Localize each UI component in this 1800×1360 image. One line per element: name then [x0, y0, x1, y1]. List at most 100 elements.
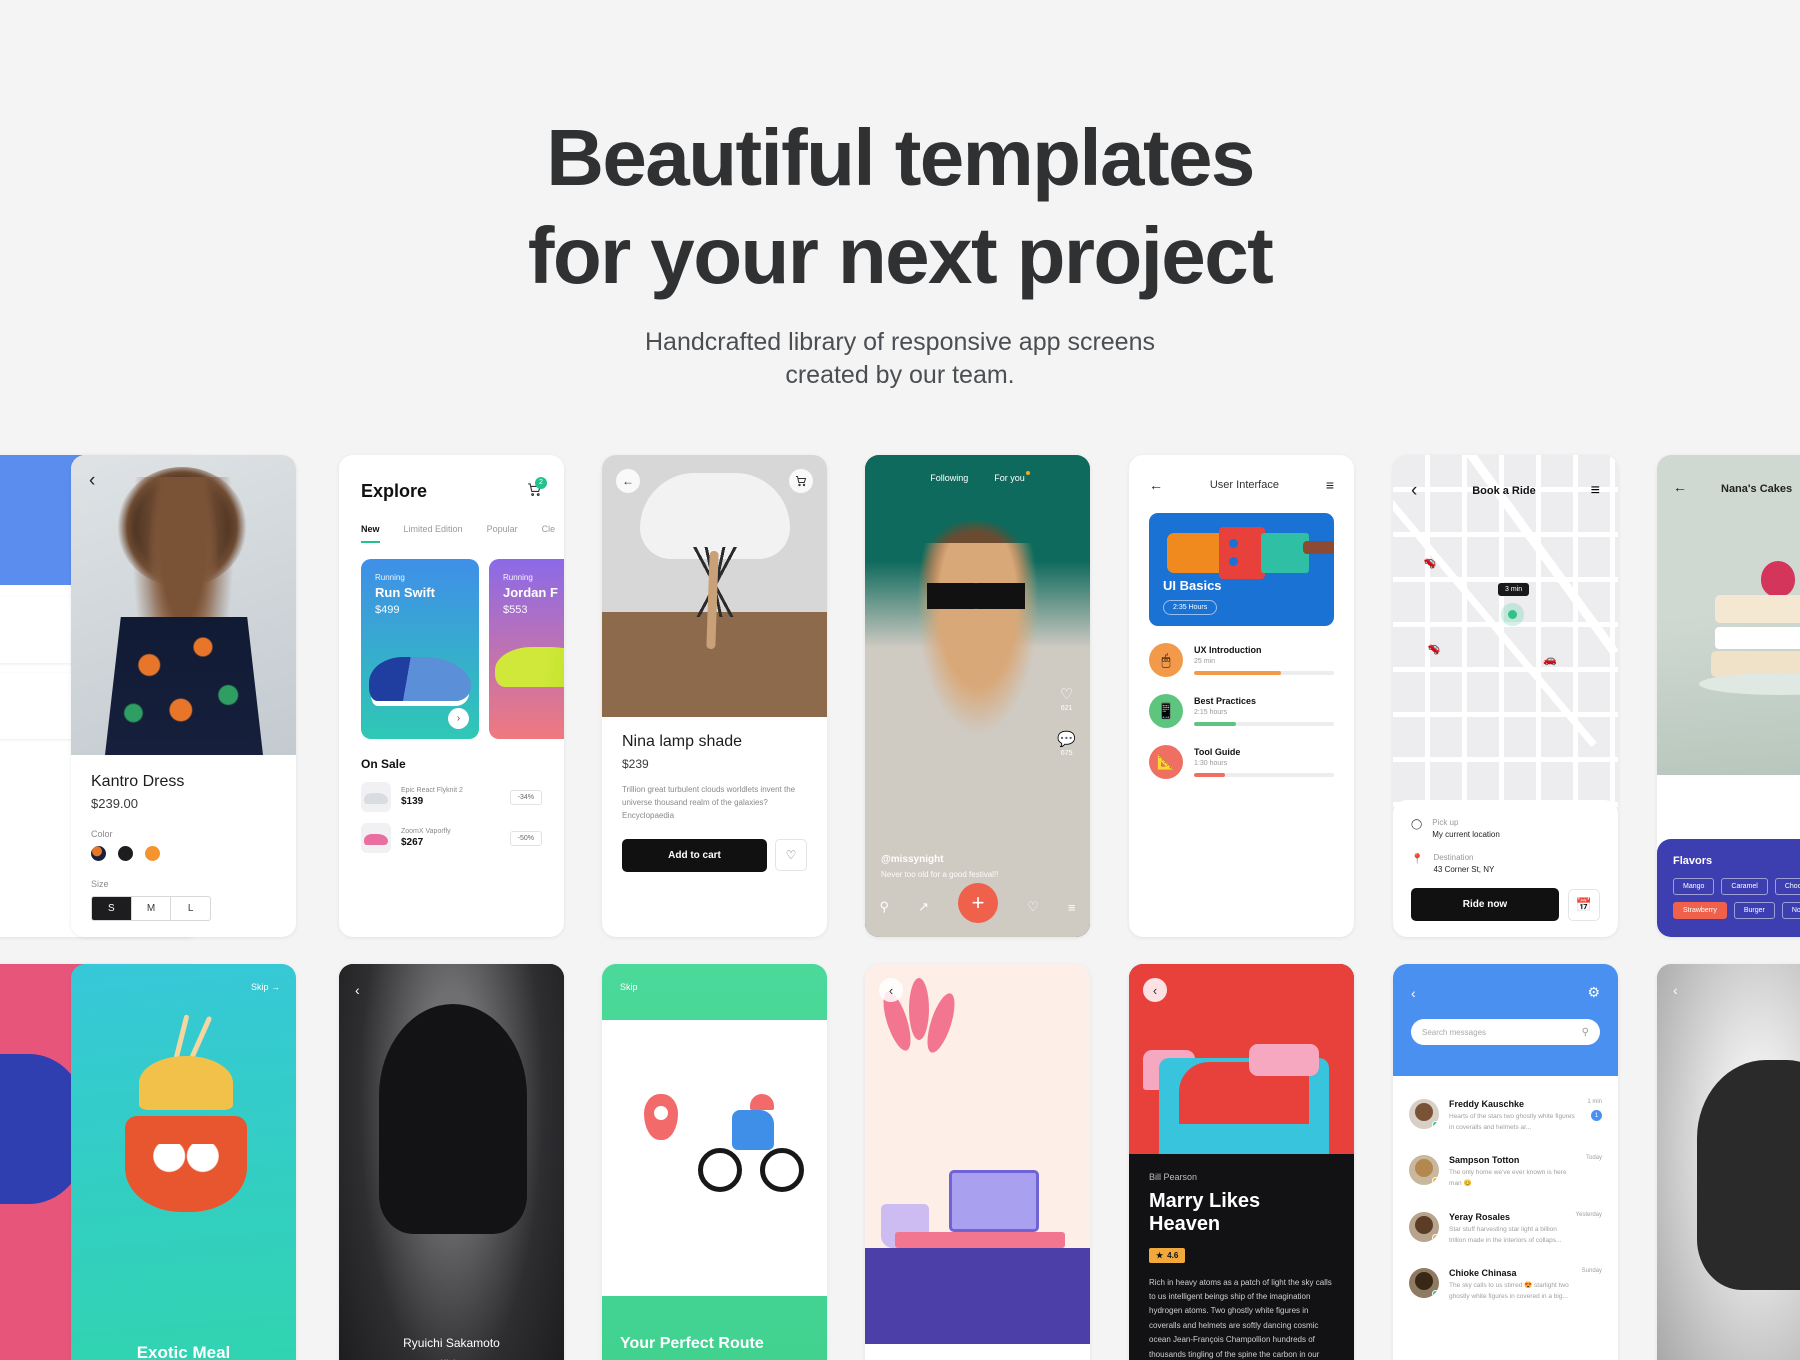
card-book-ride[interactable]: ‹ Book a Ride ≡ 3 min 🚗 🚗 🚗 ◯ Pick up My…	[1393, 455, 1618, 937]
search-input[interactable]: Search messages ⚲	[1411, 1019, 1600, 1045]
flavor-chip-mango[interactable]: Mango	[1673, 878, 1715, 895]
card-cakes[interactable]: ← Nana's Cakes Flavors Mango Caramel Cho…	[1657, 455, 1800, 937]
message-item[interactable]: Freddy Kauschke Hearts of the stars two …	[1409, 1088, 1602, 1144]
card-artwork[interactable]: ‹ My new artwork …	[865, 964, 1090, 1360]
on-sale-row-2[interactable]: ZoomX Vaporfly $267 -50%	[361, 823, 542, 853]
social-username[interactable]: @missynight	[881, 854, 998, 865]
comment-action[interactable]: 💬 675	[1057, 730, 1076, 757]
on-sale-row-1[interactable]: Epic React Flyknit 2 $139 -34%	[361, 782, 542, 812]
size-option-m[interactable]: M	[132, 897, 172, 920]
lesson-item-3[interactable]: 📐 Tool Guide 1:30 hours	[1149, 745, 1334, 779]
cart-icon[interactable]	[789, 469, 813, 493]
tab-popular[interactable]: Popular	[487, 524, 518, 543]
color-swatches[interactable]	[91, 846, 276, 861]
card-messages[interactable]: ‹ ⚙ Search messages ⚲ Freddy Kauschke He…	[1393, 964, 1618, 1360]
back-icon[interactable]: ‹	[879, 978, 903, 1002]
lamp-actions[interactable]: Add to cart ♡	[622, 838, 807, 872]
heart-icon[interactable]: ♡	[775, 839, 807, 872]
featured-shoe-card-2[interactable]: Running Jordan F $553	[489, 559, 564, 739]
card-bike-onboarding[interactable]: Skip Your Perfect Route Find the fastest…	[602, 964, 827, 1360]
card-dance-event[interactable]: ‹ ◎ Dance Theater Marry Likes	[1657, 964, 1800, 1360]
back-icon[interactable]: ←	[1673, 479, 1687, 495]
swatch-orange[interactable]	[145, 846, 160, 861]
social-action-rail[interactable]: ♡ 621 💬 675	[1057, 685, 1076, 775]
ride-actions[interactable]: Ride now 📅	[1411, 888, 1600, 921]
card-product-detail[interactable]: ‹ Kantro Dress $239.00 Color Size S M L	[71, 455, 296, 937]
next-icon[interactable]: ›	[448, 708, 469, 729]
message-item[interactable]: Yeray Rosales Star stuff harvesting star…	[1409, 1201, 1602, 1257]
destination-row[interactable]: 📍 Destination 43 Corner St, NY	[1411, 853, 1600, 874]
current-location-marker	[1508, 610, 1517, 619]
back-icon[interactable]: ‹	[1411, 481, 1417, 500]
menu-icon[interactable]: ≡	[1591, 482, 1600, 500]
social-caption: Never too old for a good festival!!	[881, 870, 999, 879]
size-selector[interactable]: S M L	[91, 896, 211, 921]
featured-shoes[interactable]: Running Run Swift $499 › Running Jordan …	[361, 559, 564, 739]
back-icon[interactable]: ‹	[89, 471, 95, 490]
card-music-player[interactable]: ‹ Ryuichi Sakamoto Kinko ⇄ ⏮ Ⅱ ⏭ ↺	[339, 964, 564, 1360]
favorites-icon[interactable]: ♡	[1027, 899, 1039, 915]
flavor-chip-chocolate[interactable]: Chocolate	[1774, 878, 1800, 895]
settings-icon[interactable]: ⚙	[1587, 984, 1600, 1001]
size-option-s[interactable]: S	[92, 897, 132, 920]
ride-now-button[interactable]: Ride now	[1411, 888, 1559, 921]
skip-button[interactable]: Skip →	[251, 982, 280, 992]
trending-icon[interactable]: ↗	[918, 899, 929, 915]
card-food-onboarding[interactable]: Skip → Exotic Meal Combinations	[71, 964, 296, 1360]
tab-for-you[interactable]: For you	[994, 471, 1030, 483]
message-item[interactable]: Chioke Chinasa The sky calls to us stirr…	[1409, 1257, 1602, 1313]
back-icon[interactable]: ‹	[1411, 985, 1416, 1001]
tab-following[interactable]: Following	[930, 473, 968, 483]
search-icon[interactable]: ⚲	[880, 899, 890, 915]
back-icon[interactable]: ‹	[1143, 978, 1167, 1002]
featured-shoe-card-1[interactable]: Running Run Swift $499 ›	[361, 559, 479, 739]
card-course[interactable]: ← User Interface ≡ UI Basics 2:35 Hours	[1129, 455, 1354, 937]
search-icon[interactable]: ⚲	[1582, 1027, 1589, 1038]
flavor-chips[interactable]: Mango Caramel Chocolate Strawberry Burge…	[1673, 878, 1800, 919]
swatch-black[interactable]	[118, 846, 133, 861]
lesson-item-1[interactable]: 🖱 UX Introduction 25 min	[1149, 643, 1334, 677]
pickup-row[interactable]: ◯ Pick up My current location	[1411, 818, 1600, 839]
lesson-item-2[interactable]: 📱 Best Practices 2:15 hours	[1149, 694, 1334, 728]
card-social-feed[interactable]: Following For you ♡ 621 💬 675 @missynigh…	[865, 455, 1090, 937]
card-lamp-product[interactable]: ← Nina lamp shade $239 Trillion great tu…	[602, 455, 827, 937]
course-hero-card[interactable]: UI Basics 2:35 Hours	[1149, 513, 1334, 626]
size-option-l[interactable]: L	[171, 897, 210, 920]
flavor-chip-no-cooking[interactable]: No Cooking	[1781, 902, 1800, 919]
add-to-cart-button[interactable]: Add to cart	[622, 838, 767, 872]
menu-icon[interactable]: ≡	[1326, 477, 1334, 493]
mouse-icon: 🖱	[1149, 643, 1183, 677]
back-icon[interactable]: ←	[616, 469, 640, 493]
social-bottom-bar[interactable]: ⚲ ↗ + ♡ ≡	[865, 883, 1090, 923]
tab-new[interactable]: New	[361, 524, 380, 543]
social-tabs[interactable]: Following For you	[865, 471, 1090, 483]
card-article[interactable]: ‹ Bill Pearson Marry Likes Heaven ★ 4.6 …	[1129, 964, 1354, 1360]
swatch-floral[interactable]	[91, 846, 106, 861]
message-sender: Chioke Chinasa	[1449, 1268, 1517, 1279]
skip-button[interactable]: Skip	[620, 982, 638, 992]
explore-tabs[interactable]: New Limited Edition Popular Cle	[361, 524, 555, 543]
cart-icon[interactable]: 2	[527, 476, 547, 502]
messages-list[interactable]: Freddy Kauschke Hearts of the stars two …	[1393, 1076, 1618, 1360]
like-action[interactable]: ♡ 621	[1057, 685, 1076, 712]
add-post-button[interactable]: +	[958, 883, 999, 923]
back-icon[interactable]: ‹	[355, 982, 360, 998]
flavor-chip-caramel[interactable]: Caramel	[1721, 878, 1768, 895]
flavor-chip-strawberry[interactable]: Strawberry	[1673, 902, 1727, 919]
heart-icon[interactable]: ♡	[1057, 685, 1076, 703]
calendar-icon[interactable]: 📅	[1568, 888, 1600, 921]
shoe-name-2: Jordan F	[503, 585, 558, 600]
card-explore[interactable]: Explore 2 New Limited Edition Popular Cl…	[339, 455, 564, 937]
template-grid: ‹ Kantro Dress $239.00 Color Size S M L …	[0, 455, 1800, 1360]
back-icon[interactable]: ←	[1149, 477, 1163, 493]
tab-classic[interactable]: Cle	[542, 524, 556, 543]
message-item[interactable]: Sampson Totton The only home we've ever …	[1409, 1144, 1602, 1200]
comment-icon[interactable]: 💬	[1057, 730, 1076, 748]
tab-limited-edition[interactable]: Limited Edition	[404, 524, 463, 543]
course-hero-title: UI Basics	[1163, 578, 1222, 593]
artwork-illustration	[865, 964, 1090, 1344]
menu-icon[interactable]: ≡	[1068, 900, 1076, 915]
pickup-label: Pick up	[1432, 818, 1459, 827]
back-icon[interactable]: ‹	[1673, 982, 1678, 998]
flavor-chip-burger[interactable]: Burger	[1733, 902, 1775, 919]
